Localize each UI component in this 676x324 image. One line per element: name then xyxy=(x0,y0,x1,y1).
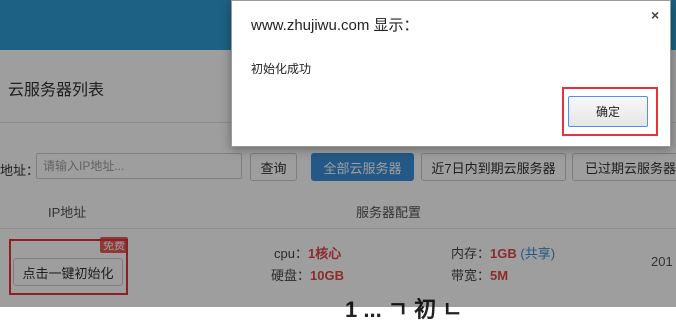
dialog-message: 初始化成功 xyxy=(251,62,312,76)
close-icon[interactable]: × xyxy=(651,7,659,23)
dialog-title: www.zhujiwu.com 显示： xyxy=(251,17,419,34)
highlight-ok-button xyxy=(562,87,658,136)
